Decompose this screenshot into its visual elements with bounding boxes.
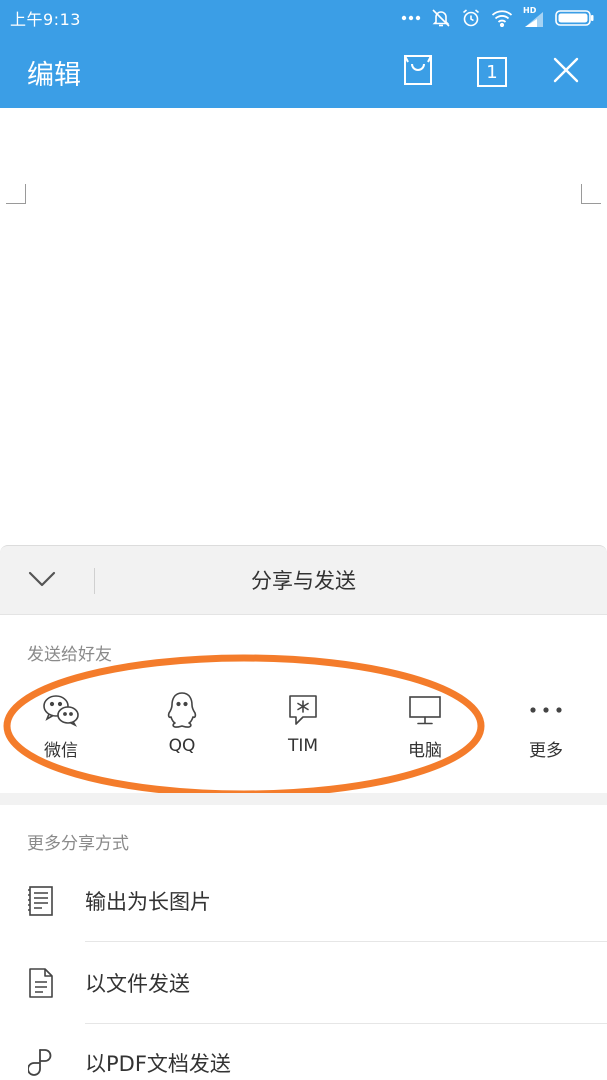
document-canvas[interactable]	[0, 108, 607, 545]
battery-icon	[555, 9, 595, 27]
share-target-more[interactable]: 更多	[491, 690, 601, 770]
more-notifications-icon	[401, 15, 421, 21]
header-divider	[94, 568, 95, 594]
option-export-long-image[interactable]: 输出为长图片	[0, 860, 607, 942]
chevron-down-icon	[28, 571, 56, 591]
status-icons: HD	[401, 6, 595, 28]
share-target-label: 微信	[44, 741, 78, 761]
page-corner-marker-right	[581, 184, 601, 204]
page-title: 编辑	[27, 59, 81, 91]
status-time: 上午9:13	[10, 10, 81, 29]
friends-section-label: 发送给好友	[27, 645, 112, 665]
option-label: 以PDF文档发送	[85, 1052, 231, 1076]
more-dots-icon	[526, 690, 566, 730]
collapse-sheet-button[interactable]	[20, 564, 64, 598]
share-sheet-title: 分享与发送	[251, 569, 356, 593]
page-corner-marker-left	[6, 184, 26, 204]
share-sheet-header: 分享与发送	[0, 545, 607, 615]
share-target-wechat[interactable]: 微信	[6, 690, 116, 770]
store-button[interactable]	[399, 53, 437, 91]
section-separator	[0, 793, 607, 805]
share-target-tim[interactable]: TIM	[248, 690, 358, 770]
computer-icon	[405, 690, 445, 730]
app-bar-actions: 1	[399, 36, 585, 108]
status-bar: 上午9:13 HD	[0, 0, 607, 36]
long-image-icon	[26, 884, 56, 918]
friends-share-row: 微信 QQ TIM 电脑 更多	[0, 690, 607, 770]
wechat-icon	[41, 690, 81, 730]
network-badge: HD	[523, 6, 537, 15]
tabs-button[interactable]: 1	[473, 53, 511, 91]
mute-bell-icon	[431, 8, 451, 28]
share-target-label: TIM	[287, 736, 319, 756]
cellular-signal-icon: HD	[523, 6, 545, 28]
app-bar: 编辑 1	[0, 36, 607, 108]
share-target-label: 电脑	[408, 741, 442, 761]
option-label: 输出为长图片	[85, 890, 211, 914]
close-button[interactable]	[547, 53, 585, 91]
pdf-icon	[26, 1046, 56, 1080]
share-target-computer[interactable]: 电脑	[370, 690, 480, 770]
close-icon	[552, 56, 580, 88]
file-icon	[26, 966, 56, 1000]
share-target-qq[interactable]: QQ	[127, 690, 237, 770]
qq-icon	[162, 690, 202, 730]
alarm-icon	[461, 8, 481, 28]
tab-count: 1	[486, 61, 498, 83]
shopping-bag-icon	[403, 54, 433, 90]
share-target-label: 更多	[529, 741, 563, 761]
more-section-label: 更多分享方式	[27, 834, 129, 854]
option-label: 以文件发送	[85, 972, 190, 996]
option-send-as-file[interactable]: 以文件发送	[0, 942, 607, 1024]
wifi-icon	[491, 9, 513, 27]
share-target-label: QQ	[168, 736, 196, 756]
option-send-as-pdf[interactable]: 以PDF文档发送	[0, 1022, 607, 1080]
tim-icon	[283, 690, 323, 730]
